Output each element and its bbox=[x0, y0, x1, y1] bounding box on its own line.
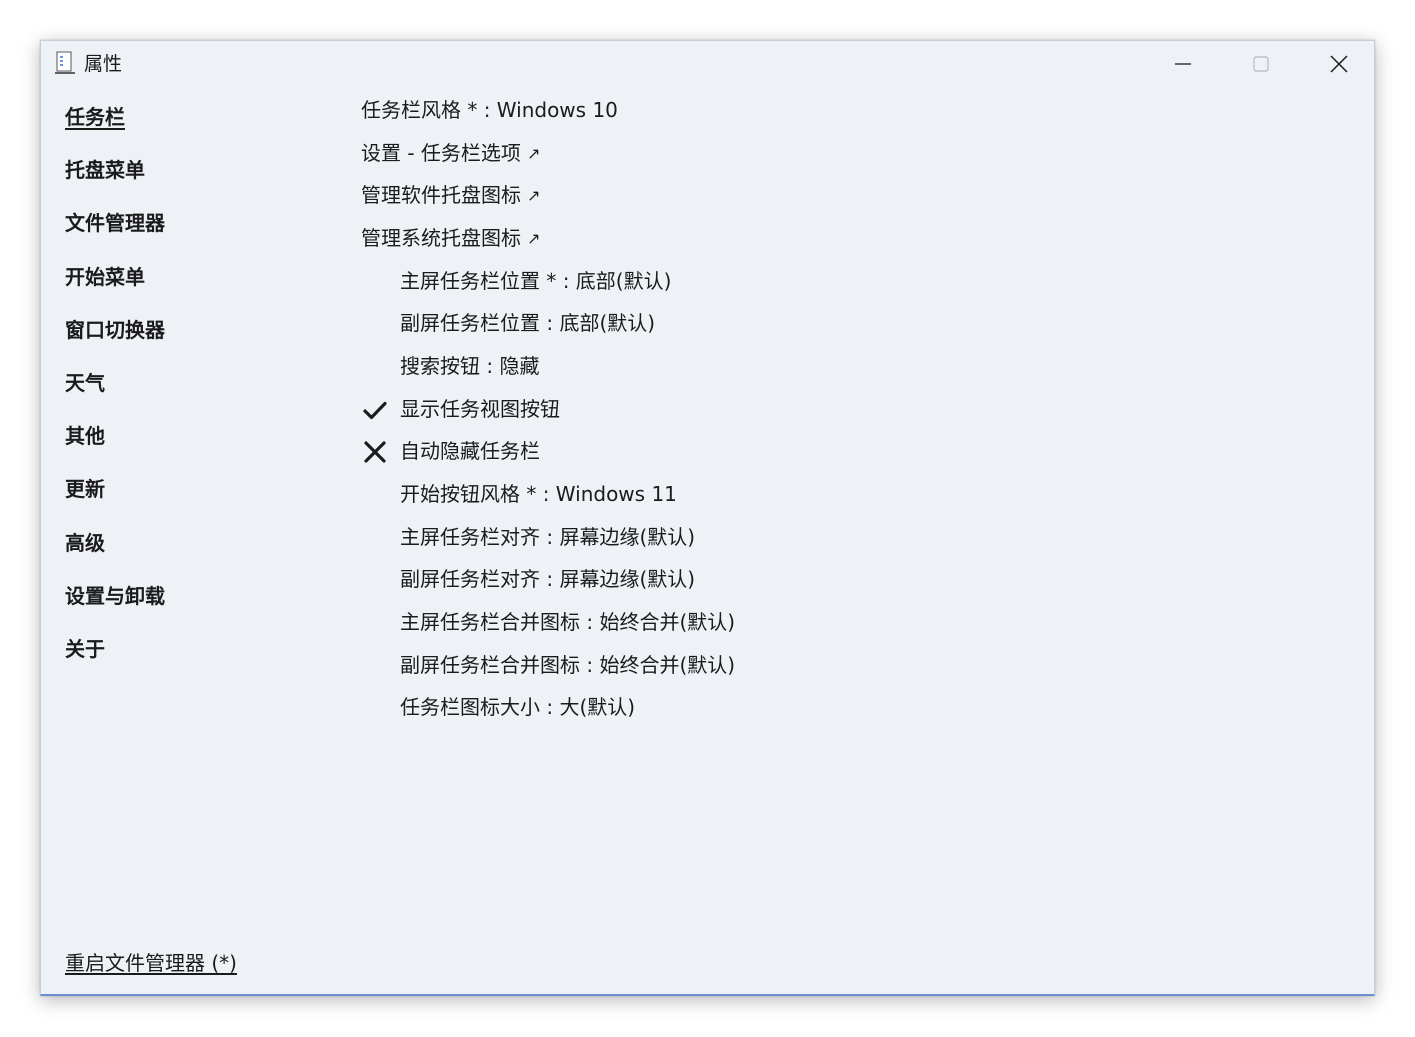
sidebar-item-label: 任务栏 bbox=[65, 105, 125, 129]
option-label: 自动隐藏任务栏 bbox=[400, 439, 540, 464]
maximize-icon bbox=[1253, 56, 1269, 72]
sidebar-item-label: 开始菜单 bbox=[65, 264, 145, 289]
settings-content: 任务栏风格 * : Windows 10 设置 - 任务栏选项 ↗ 管理软件托盘图… bbox=[361, 89, 1261, 729]
sidebar-item-update[interactable]: 更新 bbox=[65, 469, 325, 522]
sidebar-item-label: 关于 bbox=[65, 636, 105, 661]
secondary-taskbar-position-option[interactable]: 副屏任务栏位置 : 底部(默认) bbox=[361, 302, 1261, 345]
properties-window: 属性 任务栏 托盘菜单 文件管理器 开始菜单 窗口切换器 天气 其他 更新 高级… bbox=[40, 40, 1375, 996]
option-label: 主屏任务栏对齐 : 屏幕边缘(默认) bbox=[400, 524, 696, 549]
title-bar[interactable]: 属性 bbox=[41, 41, 1374, 87]
minimize-button[interactable] bbox=[1153, 49, 1213, 79]
option-label: 副屏任务栏合并图标 : 始终合并(默认) bbox=[400, 652, 736, 677]
external-link-icon: ↗ bbox=[527, 228, 541, 248]
start-button-style-option[interactable]: 开始按钮风格 * : Windows 11 bbox=[361, 473, 1261, 516]
sidebar-item-label: 天气 bbox=[65, 370, 105, 395]
option-label: 开始按钮风格 * : Windows 11 bbox=[400, 481, 677, 506]
sidebar-item-about[interactable]: 关于 bbox=[65, 629, 325, 682]
option-label: 管理系统托盘图标 bbox=[361, 225, 521, 250]
sidebar-nav: 任务栏 托盘菜单 文件管理器 开始菜单 窗口切换器 天气 其他 更新 高级 设置… bbox=[65, 97, 325, 682]
primary-combine-icons-option[interactable]: 主屏任务栏合并图标 : 始终合并(默认) bbox=[361, 601, 1261, 644]
external-link-icon: ↗ bbox=[527, 186, 541, 206]
sidebar-item-file-manager[interactable]: 文件管理器 bbox=[65, 203, 325, 256]
primary-taskbar-alignment-option[interactable]: 主屏任务栏对齐 : 屏幕边缘(默认) bbox=[361, 516, 1261, 559]
search-button-option[interactable]: 搜索按钮 : 隐藏 bbox=[361, 345, 1261, 388]
option-label: 副屏任务栏对齐 : 屏幕边缘(默认) bbox=[400, 567, 696, 592]
manage-app-tray-icons-link[interactable]: 管理软件托盘图标 ↗ bbox=[361, 174, 1261, 217]
minimize-icon bbox=[1175, 63, 1191, 65]
checkmark-icon bbox=[363, 401, 387, 419]
option-label: 副屏任务栏位置 : 底部(默认) bbox=[400, 311, 656, 336]
option-label: 搜索按钮 : 隐藏 bbox=[400, 353, 540, 378]
maximize-button[interactable] bbox=[1231, 49, 1291, 79]
auto-hide-taskbar-toggle[interactable]: 自动隐藏任务栏 bbox=[361, 430, 1261, 473]
taskbar-icon-size-option[interactable]: 任务栏图标大小 : 大(默认) bbox=[361, 686, 1261, 729]
sidebar-item-label: 设置与卸载 bbox=[65, 583, 165, 608]
sidebar-item-label: 更新 bbox=[65, 477, 105, 502]
sidebar-item-other[interactable]: 其他 bbox=[65, 416, 325, 469]
close-icon bbox=[1330, 55, 1348, 73]
sidebar-item-setup-uninstall[interactable]: 设置与卸载 bbox=[65, 576, 325, 629]
sidebar-item-advanced[interactable]: 高级 bbox=[65, 523, 325, 576]
option-label: 主屏任务栏位置 * : 底部(默认) bbox=[400, 268, 672, 293]
option-label: 显示任务视图按钮 bbox=[400, 396, 560, 421]
cross-icon bbox=[364, 441, 386, 463]
app-icon bbox=[55, 51, 75, 74]
show-task-view-button-toggle[interactable]: 显示任务视图按钮 bbox=[361, 388, 1261, 431]
secondary-combine-icons-option[interactable]: 副屏任务栏合并图标 : 始终合并(默认) bbox=[361, 644, 1261, 687]
manage-system-tray-icons-link[interactable]: 管理系统托盘图标 ↗ bbox=[361, 217, 1261, 260]
sidebar-item-label: 窗口切换器 bbox=[65, 317, 165, 342]
sidebar-item-taskbar[interactable]: 任务栏 bbox=[65, 97, 325, 150]
option-label: 主屏任务栏合并图标 : 始终合并(默认) bbox=[400, 609, 736, 634]
sidebar-item-label: 其他 bbox=[65, 424, 105, 449]
option-label: 任务栏风格 * : Windows 10 bbox=[361, 98, 618, 122]
sidebar-item-weather[interactable]: 天气 bbox=[65, 363, 325, 416]
external-link-icon: ↗ bbox=[526, 143, 541, 163]
secondary-taskbar-alignment-option[interactable]: 副屏任务栏对齐 : 屏幕边缘(默认) bbox=[361, 558, 1261, 601]
sidebar-item-window-switcher[interactable]: 窗口切换器 bbox=[65, 310, 325, 363]
sidebar-item-label: 托盘菜单 bbox=[65, 158, 145, 183]
taskbar-style-option[interactable]: 任务栏风格 * : Windows 10 bbox=[361, 89, 1261, 132]
option-label: 任务栏图标大小 : 大(默认) bbox=[400, 695, 636, 720]
window-title: 属性 bbox=[84, 53, 123, 75]
primary-taskbar-position-option[interactable]: 主屏任务栏位置 * : 底部(默认) bbox=[361, 260, 1261, 303]
restart-file-manager-link[interactable]: 重启文件管理器 (*) bbox=[65, 947, 237, 976]
sidebar-item-label: 文件管理器 bbox=[65, 211, 165, 236]
close-button[interactable] bbox=[1309, 49, 1369, 79]
sidebar-item-start-menu[interactable]: 开始菜单 bbox=[65, 257, 325, 310]
sidebar-item-label: 高级 bbox=[65, 530, 105, 555]
sidebar-item-tray-menu[interactable]: 托盘菜单 bbox=[65, 150, 325, 203]
option-label: 管理软件托盘图标 bbox=[361, 183, 521, 208]
settings-taskbar-options-link[interactable]: 设置 - 任务栏选项 ↗ bbox=[361, 132, 1261, 175]
option-label: 设置 - 任务栏选项 bbox=[361, 140, 521, 165]
